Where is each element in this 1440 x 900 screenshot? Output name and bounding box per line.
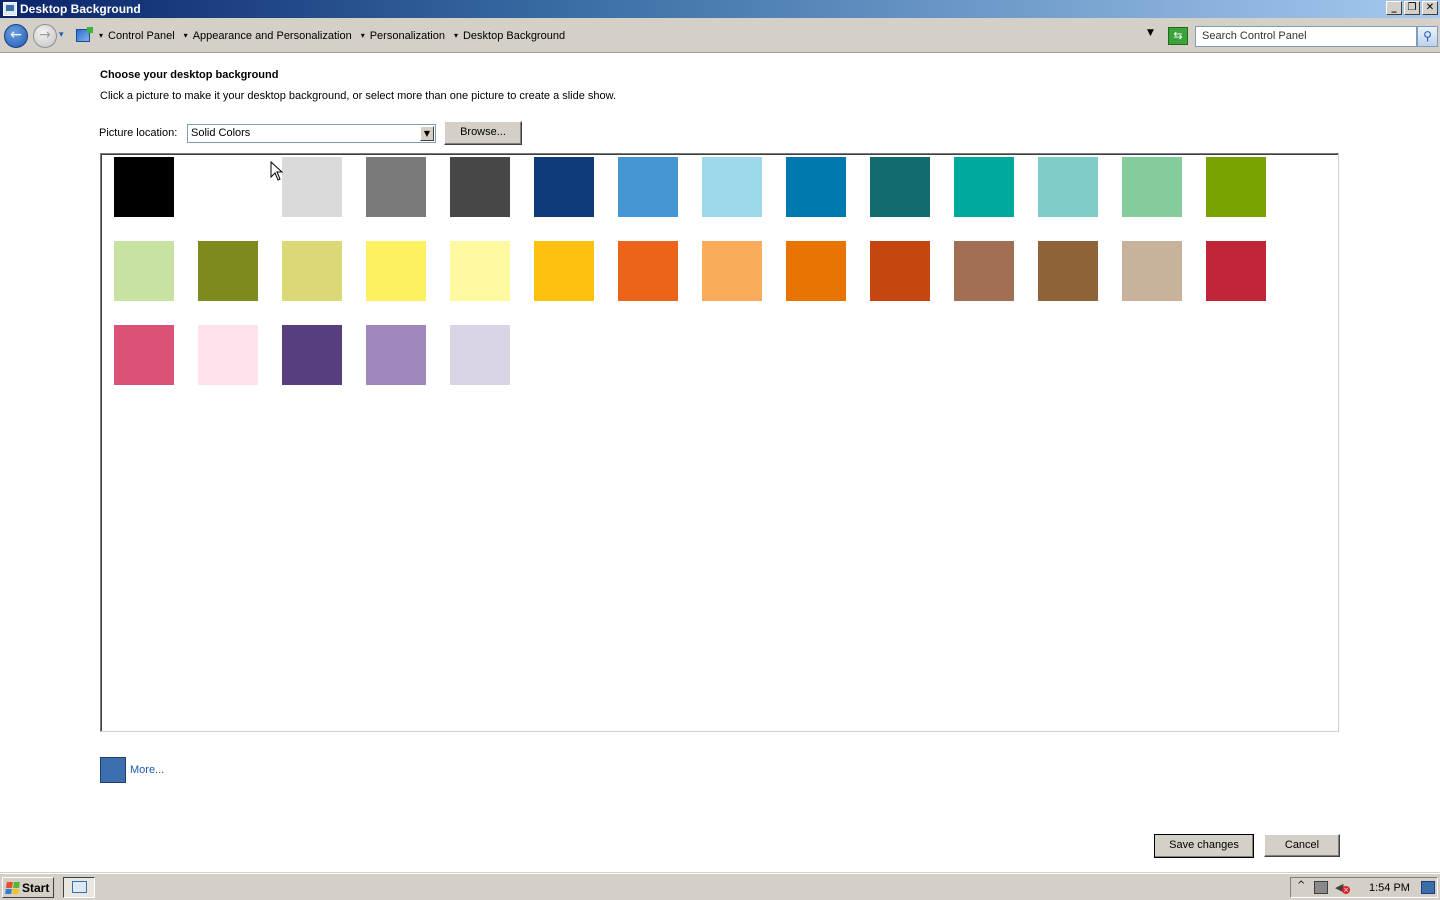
color-swatch[interactable]	[534, 241, 594, 301]
color-swatch[interactable]	[1038, 157, 1098, 217]
picture-location-select[interactable]: Solid Colors ▼	[187, 124, 436, 143]
color-swatch[interactable]	[450, 157, 510, 217]
color-swatch[interactable]	[618, 157, 678, 217]
close-button[interactable]: ✕	[1422, 1, 1438, 15]
picture-location-value: Solid Colors	[191, 127, 251, 139]
breadcrumb-appearance[interactable]: Appearance and Personalization	[193, 30, 352, 42]
color-swatch[interactable]	[114, 325, 174, 385]
cancel-button[interactable]: Cancel	[1264, 834, 1340, 857]
show-desktop-icon[interactable]	[1421, 881, 1435, 894]
color-swatch[interactable]	[1122, 241, 1182, 301]
search-icon[interactable]: ⚲	[1417, 26, 1438, 47]
color-swatch[interactable]	[282, 241, 342, 301]
color-swatch[interactable]	[450, 325, 510, 385]
network-icon[interactable]	[1314, 881, 1328, 894]
minimize-button[interactable]: _	[1386, 1, 1402, 15]
start-label: Start	[22, 880, 50, 895]
windows-logo-icon	[5, 881, 20, 894]
breadcrumb-separator[interactable]: ▾	[184, 31, 188, 40]
breadcrumb-control-panel[interactable]: Control Panel	[108, 30, 175, 42]
color-swatch[interactable]	[282, 325, 342, 385]
back-button[interactable]: ←	[4, 24, 28, 48]
color-swatch[interactable]	[1038, 241, 1098, 301]
color-swatch[interactable]	[1206, 157, 1266, 217]
desktop-background-icon	[3, 2, 17, 16]
color-gallery	[100, 153, 1339, 732]
restore-button[interactable]: ❐	[1404, 1, 1420, 15]
more-colors-link[interactable]: More...	[130, 764, 164, 776]
window-controls: _ ❐ ✕	[1386, 1, 1438, 15]
address-dropdown-icon[interactable]: ▼	[1147, 28, 1154, 38]
clock[interactable]: 1:54 PM	[1369, 882, 1410, 894]
color-swatch[interactable]	[954, 241, 1014, 301]
page-title: Choose your desktop background	[100, 69, 279, 81]
color-swatch[interactable]	[1122, 157, 1182, 217]
color-swatch[interactable]	[534, 157, 594, 217]
breadcrumb: ▾ Control Panel ▾ Appearance and Persona…	[74, 25, 1164, 46]
window-title: Desktop Background	[20, 2, 141, 16]
more-colors-swatch[interactable]	[100, 757, 126, 783]
chevron-down-icon[interactable]: ▼	[420, 126, 434, 141]
color-swatch[interactable]	[870, 241, 930, 301]
start-button[interactable]: Start	[2, 877, 54, 898]
address-bar: ← → ▾ ▾ Control Panel ▾ Appearance and P…	[0, 18, 1440, 53]
control-panel-icon	[76, 27, 93, 42]
color-swatch[interactable]	[114, 157, 174, 217]
color-swatch[interactable]	[450, 241, 510, 301]
search-input[interactable]: Search Control Panel	[1195, 26, 1417, 47]
browse-button[interactable]: Browse...	[444, 121, 522, 145]
breadcrumb-personalization[interactable]: Personalization	[370, 30, 445, 42]
color-swatch[interactable]	[198, 325, 258, 385]
forward-button[interactable]: →	[33, 24, 57, 48]
volume-muted-icon[interactable]: ◀ ×	[1335, 881, 1350, 894]
save-changes-button[interactable]: Save changes	[1154, 834, 1254, 858]
color-swatch[interactable]	[786, 157, 846, 217]
color-swatch[interactable]	[198, 241, 258, 301]
taskbar: Start ^ ◀ × 1:54 PM	[0, 873, 1440, 900]
color-swatch[interactable]	[954, 157, 1014, 217]
page-instructions: Click a picture to make it your desktop …	[100, 90, 617, 102]
color-swatch[interactable]	[702, 241, 762, 301]
color-swatch[interactable]	[618, 241, 678, 301]
recent-pages-dropdown[interactable]: ▾	[59, 30, 69, 40]
color-swatch[interactable]	[282, 157, 342, 217]
mouse-cursor-icon	[270, 161, 284, 181]
title-bar: Desktop Background _ ❐ ✕	[0, 0, 1440, 18]
refresh-button[interactable]: ⇆	[1168, 27, 1188, 45]
show-hidden-icons-button[interactable]: ^	[1297, 880, 1305, 891]
color-swatch[interactable]	[1206, 241, 1266, 301]
color-swatch[interactable]	[114, 241, 174, 301]
system-tray: ^ ◀ × 1:54 PM	[1290, 877, 1438, 898]
picture-location-label: Picture location:	[99, 127, 178, 139]
color-swatch[interactable]	[702, 157, 762, 217]
breadcrumb-separator[interactable]: ▾	[99, 31, 103, 40]
taskbar-window-button[interactable]	[63, 877, 95, 898]
color-swatch[interactable]	[870, 157, 930, 217]
breadcrumb-desktop-background[interactable]: Desktop Background	[463, 30, 565, 42]
color-swatch[interactable]	[366, 157, 426, 217]
color-swatch[interactable]	[786, 241, 846, 301]
color-swatch[interactable]	[366, 241, 426, 301]
breadcrumb-separator[interactable]: ▾	[454, 31, 458, 40]
color-swatch[interactable]	[366, 325, 426, 385]
control-panel-window-icon	[72, 881, 87, 893]
color-swatch[interactable]	[198, 157, 258, 217]
breadcrumb-separator[interactable]: ▾	[361, 31, 365, 40]
